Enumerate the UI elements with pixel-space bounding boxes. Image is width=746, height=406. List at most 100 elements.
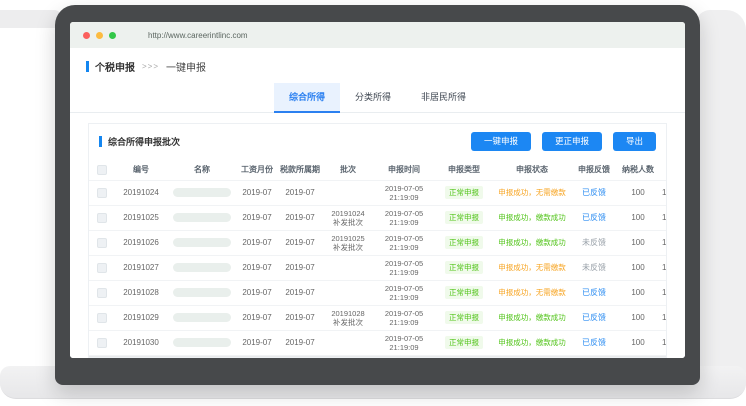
- tax-period-cell: 2019-07: [277, 288, 323, 298]
- declare-type-cell: 正常申报: [435, 236, 493, 249]
- tax-period-cell: 2019-07: [277, 313, 323, 323]
- name-cell: [167, 263, 237, 272]
- window-maximize-icon[interactable]: [109, 32, 116, 39]
- declare-status-text: 申报成功，缴款成功: [498, 213, 566, 222]
- feedback-text: 已反馈: [582, 213, 606, 222]
- name-cell: [167, 288, 237, 297]
- row-select-cell: [89, 188, 115, 198]
- tab-classified-income[interactable]: 分类所得: [340, 83, 406, 113]
- declare-status-cell: 申报成功，缴款成功: [493, 238, 571, 248]
- select-all-checkbox[interactable]: [97, 165, 107, 175]
- taxpayer-count-cell: 100: [617, 238, 659, 248]
- declare-type-badge: 正常申报: [445, 311, 483, 324]
- redacted-name: [173, 288, 231, 297]
- tab-nonresident-income[interactable]: 非居民所得: [406, 83, 481, 113]
- batch-ref-cell: 20191024补发批次: [323, 209, 373, 227]
- batch-table: 编号名称工资月份税款所属期批次申报时间申报类型申报状态申报反馈纳税人数 20191…: [89, 160, 666, 358]
- window-close-icon[interactable]: [83, 32, 90, 39]
- declare-status-cell: 申报成功，缴款成功: [493, 338, 571, 348]
- tax-period-cell: 2019-07: [277, 188, 323, 198]
- row-checkbox[interactable]: [97, 188, 107, 198]
- name-cell: [167, 313, 237, 322]
- address-bar[interactable]: http://www.careerintlinc.com: [148, 31, 248, 40]
- clipped-cell: 11: [659, 188, 666, 198]
- taxpayer-count-cell: 100: [617, 288, 659, 298]
- redacted-name: [173, 188, 231, 197]
- feedback-cell: 未反馈: [571, 238, 617, 248]
- browser-chrome: http://www.careerintlinc.com: [70, 22, 685, 48]
- salary-month-cell: 2019-07: [237, 263, 277, 273]
- tax-period-cell: 2019-07: [277, 263, 323, 273]
- one-click-declare-button[interactable]: 一键申报: [471, 132, 531, 151]
- salary-month-cell: 2019-07: [237, 188, 277, 198]
- backdrop-card-left: [0, 10, 62, 28]
- batch-ref-cell: 20191025补发批次: [323, 234, 373, 252]
- declare-status-text: 申报成功，无需缴款: [498, 188, 566, 197]
- window-minimize-icon[interactable]: [96, 32, 103, 39]
- salary-month-cell: 2019-07: [237, 238, 277, 248]
- batch-number-cell: 20191028: [115, 288, 167, 298]
- redacted-name: [173, 338, 231, 347]
- table-row: 201910252019-072019-0720191024补发批次2019-0…: [89, 206, 666, 231]
- batch-number-cell: 20191030: [115, 338, 167, 348]
- declare-time-cell: 2019-07-0521:19:09: [373, 284, 435, 302]
- accent-bar: [99, 136, 102, 147]
- batch-number-cell: 20191027: [115, 263, 167, 273]
- column-header: 申报反馈: [571, 165, 617, 175]
- declare-type-badge: 正常申报: [445, 186, 483, 199]
- taxpayer-count-cell: 100: [617, 338, 659, 348]
- breadcrumb-current: 一键申报: [166, 59, 206, 74]
- panel-title: 综合所得申报批次: [108, 135, 180, 148]
- declare-type-badge: 正常申报: [445, 236, 483, 249]
- salary-month-cell: 2019-07: [237, 288, 277, 298]
- tab-bar: 综合所得 分类所得 非居民所得: [70, 83, 685, 113]
- declare-status-text: 申报成功，无需缴款: [498, 288, 566, 297]
- declare-time-cell: 2019-07-0521:19:09: [373, 184, 435, 202]
- export-button[interactable]: 导出: [613, 132, 656, 151]
- clipped-cell: 11: [659, 338, 666, 348]
- header-select-cell: [89, 165, 115, 175]
- declare-type-cell: 正常申报: [435, 211, 493, 224]
- table-row: 201910242019-072019-072019-07-0521:19:09…: [89, 181, 666, 206]
- feedback-text: 已反馈: [582, 188, 606, 197]
- declare-time-cell: 2019-07-0521:19:09: [373, 234, 435, 252]
- row-checkbox[interactable]: [97, 338, 107, 348]
- correction-declare-button[interactable]: 更正申报: [542, 132, 602, 151]
- table-header-row: 编号名称工资月份税款所属期批次申报时间申报类型申报状态申报反馈纳税人数: [89, 160, 666, 181]
- declare-time-cell: 2019-07-0521:19:09: [373, 309, 435, 327]
- panel-actions: 一键申报 更正申报 导出: [471, 132, 656, 151]
- declare-status-text: 申报成功，缴款成功: [498, 238, 566, 247]
- row-select-cell: [89, 263, 115, 273]
- declare-status-cell: 申报成功，无需缴款: [493, 263, 571, 273]
- table-row: 201910262019-072019-0720191025补发批次2019-0…: [89, 231, 666, 256]
- breadcrumb-title: 个税申报: [95, 59, 135, 74]
- accent-bar: [86, 61, 89, 72]
- tab-comprehensive-income[interactable]: 综合所得: [274, 83, 340, 113]
- column-header: 工资月份: [237, 165, 277, 175]
- column-header: 批次: [323, 165, 373, 175]
- salary-month-cell: 2019-07: [237, 313, 277, 323]
- declare-type-cell: 正常申报: [435, 261, 493, 274]
- batch-number-cell: 20191026: [115, 238, 167, 248]
- breadcrumb-separator: >>>: [142, 62, 159, 71]
- redacted-name: [173, 313, 231, 322]
- feedback-text: 已反馈: [582, 313, 606, 322]
- name-cell: [167, 188, 237, 197]
- declare-status-text: 申报成功，缴款成功: [498, 313, 566, 322]
- clipped-cell: 11: [659, 288, 666, 298]
- row-checkbox[interactable]: [97, 213, 107, 223]
- row-checkbox[interactable]: [97, 238, 107, 248]
- horizontal-scrollbar[interactable]: ◄ ►: [89, 356, 666, 358]
- column-header: 申报类型: [435, 165, 493, 175]
- declare-status-cell: 申报成功，无需缴款: [493, 188, 571, 198]
- row-select-cell: [89, 338, 115, 348]
- declare-type-cell: 正常申报: [435, 336, 493, 349]
- row-checkbox[interactable]: [97, 313, 107, 323]
- feedback-text: 已反馈: [582, 338, 606, 347]
- declare-type-cell: 正常申报: [435, 286, 493, 299]
- row-checkbox[interactable]: [97, 288, 107, 298]
- declare-status-text: 申报成功，缴款成功: [498, 338, 566, 347]
- row-checkbox[interactable]: [97, 263, 107, 273]
- column-header: 申报状态: [493, 165, 571, 175]
- feedback-text: 未反馈: [582, 238, 606, 247]
